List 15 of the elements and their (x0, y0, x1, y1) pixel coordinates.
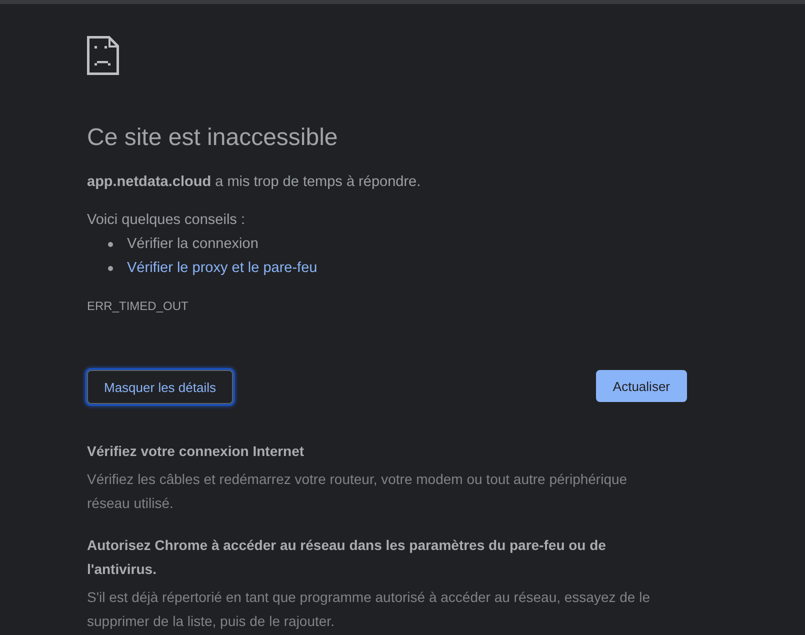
bullet-icon (108, 242, 113, 246)
hide-details-button[interactable]: Masquer les détails (87, 370, 233, 404)
suggestion-text: Vérifier la connexion (127, 235, 258, 254)
error-code: ERR_TIMED_OUT (87, 298, 190, 314)
error-message: app.netdata.cloud a mis trop de temps à répondre. (87, 173, 422, 192)
sad-page-icon (87, 36, 119, 75)
detail-heading: Autorisez Chrome à accéder au réseau dans les paramètres du pare-feu ou de l'antivirus. (87, 536, 607, 579)
suggestions-intro: Voici quelques conseils : (87, 211, 246, 230)
suggestion-link[interactable]: Vérifier le proxy et le pare-feu (127, 258, 318, 278)
bullet-icon (108, 266, 113, 270)
detail-heading: Vérifiez votre connexion Internet (87, 442, 306, 461)
detail-text: S'il est déjà répertorié en tant que programme autorisé à accéder au réseau, essayez de le supprimer de la liste, puis de le rajouter. (87, 588, 651, 631)
reload-button[interactable]: Actualiser (596, 370, 687, 402)
error-title: Ce site est inaccessible (87, 124, 339, 152)
detail-text: Vérifiez les câbles et redémarrez votre routeur, votre modem ou tout autre périphérique réseau utilisé. (87, 470, 628, 513)
